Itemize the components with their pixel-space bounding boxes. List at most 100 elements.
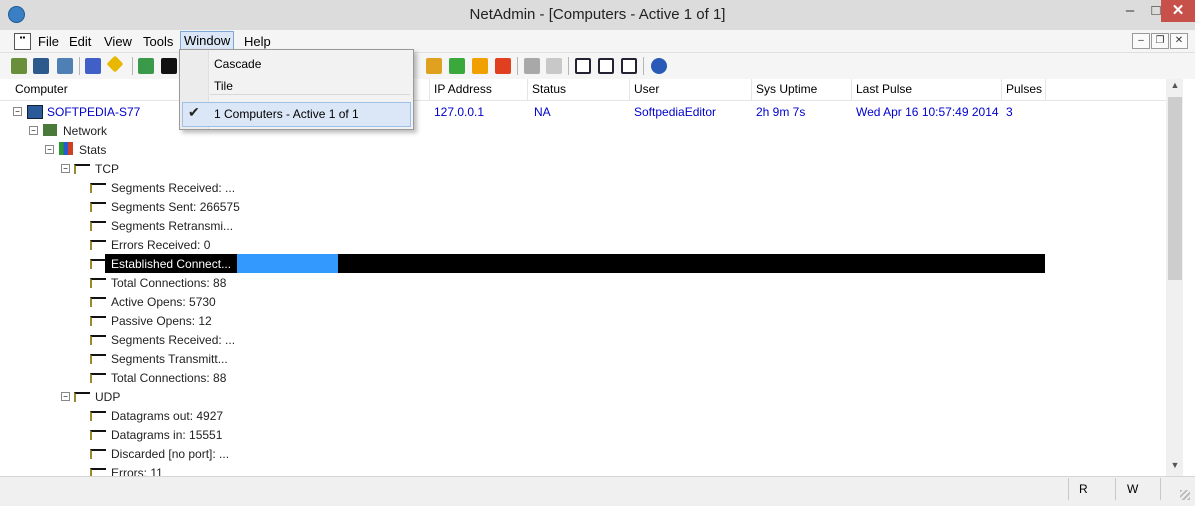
- scroll-down-icon[interactable]: ▼: [1169, 460, 1181, 474]
- column-ip-address[interactable]: IP Address: [430, 79, 528, 100]
- tree-label: Segments Received: ...: [111, 181, 236, 195]
- stat-icon: [90, 373, 106, 383]
- tile-vertical-icon[interactable]: [621, 58, 637, 74]
- collapse-toggle[interactable]: −: [61, 164, 70, 173]
- stat-icon: [90, 183, 106, 193]
- mdi-restore-button[interactable]: ❐: [1151, 33, 1169, 49]
- tree-label: Errors: 11: [111, 466, 163, 476]
- column-last-pulse[interactable]: Last Pulse: [852, 79, 1002, 100]
- stat-icon: [90, 240, 106, 250]
- tree-leaf[interactable]: Total Connections: 88: [0, 273, 1166, 292]
- tree-leaf[interactable]: Segments Received: ...: [0, 330, 1166, 349]
- tree-label: Segments Sent: 266575: [111, 200, 240, 214]
- tree-leaf[interactable]: Errors Received: 0: [0, 235, 1166, 254]
- status-r: R: [1079, 482, 1088, 496]
- column-status[interactable]: Status: [528, 79, 630, 100]
- power-icon[interactable]: [472, 58, 488, 74]
- computer-icon[interactable]: [33, 58, 49, 74]
- minimize-button[interactable]: –: [1117, 0, 1143, 22]
- mdi-close-button[interactable]: ✕: [1170, 33, 1188, 49]
- paste-icon[interactable]: [546, 58, 562, 74]
- tree-node-network[interactable]: − Network: [0, 121, 1166, 140]
- status-divider: [1115, 478, 1116, 500]
- menu-item-label: Cascade: [214, 57, 262, 71]
- resize-grip-icon[interactable]: [1180, 490, 1190, 500]
- mdi-minimize-button[interactable]: –: [1132, 33, 1150, 49]
- status-divider: [1160, 478, 1161, 500]
- window-menu-dropdown: Cascade Tile ✔ 1 Computers - Active 1 of…: [179, 49, 414, 130]
- protocol-icon: [74, 164, 90, 174]
- stat-icon: [90, 297, 106, 307]
- tree-leaf-selected[interactable]: Established Connect...: [0, 254, 1166, 273]
- tree-leaf[interactable]: Segments Transmitt...: [0, 349, 1166, 368]
- network-icon: [43, 124, 57, 136]
- tree-leaf[interactable]: Discarded [no port]: ...: [0, 444, 1166, 463]
- check-icon: ✔: [188, 104, 200, 120]
- help-icon[interactable]: [651, 58, 667, 74]
- tree-leaf[interactable]: Segments Received: ...: [0, 178, 1166, 197]
- toolbar-separator: [568, 57, 569, 75]
- cascade-windows-icon[interactable]: [575, 58, 591, 74]
- collapse-toggle[interactable]: −: [13, 107, 22, 116]
- tree-label: Segments Retransmi...: [111, 219, 234, 233]
- toolbar-separator: [79, 57, 80, 75]
- column-sys-uptime[interactable]: Sys Uptime: [752, 79, 852, 100]
- menu-tools[interactable]: Tools: [143, 34, 173, 50]
- scroll-up-icon[interactable]: ▲: [1169, 80, 1181, 94]
- tree-leaf[interactable]: Datagrams out: 4927: [0, 406, 1166, 425]
- column-header-row: Computer IP Address Status User Sys Upti…: [0, 79, 1166, 101]
- shutdown-icon[interactable]: [495, 58, 511, 74]
- tree-label: Datagrams out: 4927: [111, 409, 224, 423]
- key-icon[interactable]: [426, 58, 442, 74]
- network-tree-icon[interactable]: [11, 58, 27, 74]
- collapse-toggle[interactable]: −: [29, 126, 38, 135]
- column-user[interactable]: User: [630, 79, 752, 100]
- stat-icon: [90, 335, 106, 345]
- tile-horizontal-icon[interactable]: [598, 58, 614, 74]
- tree-label: Established Connect...: [111, 257, 232, 271]
- tree-leaf[interactable]: Active Opens: 5730: [0, 292, 1166, 311]
- command-prompt-icon[interactable]: [161, 58, 177, 74]
- tree-leaf[interactable]: Datagrams in: 15551: [0, 425, 1166, 444]
- tree-label: Network: [63, 124, 108, 138]
- pulses: 3: [1006, 105, 1013, 119]
- stat-icon: [90, 221, 106, 231]
- menu-edit[interactable]: Edit: [69, 34, 91, 50]
- close-button[interactable]: ✕: [1161, 0, 1195, 22]
- stat-icon: [90, 430, 106, 440]
- ip-address: 127.0.0.1: [434, 105, 485, 119]
- mdi-child-icon[interactable]: ▪▪: [14, 33, 31, 50]
- menu-view[interactable]: View: [104, 34, 132, 50]
- tree-leaf[interactable]: Segments Retransmi...: [0, 216, 1166, 235]
- menu-help[interactable]: Help: [244, 34, 271, 50]
- toolbar-separator: [132, 57, 133, 75]
- tree-leaf[interactable]: Passive Opens: 12: [0, 311, 1166, 330]
- tree-node-tcp[interactable]: − TCP: [0, 159, 1166, 178]
- computer-name: SOFTPEDIA-S77: [47, 105, 141, 119]
- computer-row[interactable]: − SOFTPEDIA-S77 127.0.0.1 NA SoftpediaEd…: [0, 102, 1166, 121]
- tree-label: Errors Received: 0: [111, 238, 211, 252]
- tree-node-stats[interactable]: − Stats: [0, 140, 1166, 159]
- collapse-toggle[interactable]: −: [61, 392, 70, 401]
- menu-file[interactable]: File: [38, 34, 59, 50]
- menu-item-cascade[interactable]: Cascade: [180, 53, 413, 75]
- tree-label: Segments Received: ...: [111, 333, 236, 347]
- tree-leaf[interactable]: Segments Sent: 266575: [0, 197, 1166, 216]
- tree-leaf[interactable]: Total Connections: 88: [0, 368, 1166, 387]
- windows-flag-icon[interactable]: [138, 58, 154, 74]
- computer-icon: [27, 105, 43, 119]
- scrollbar-thumb[interactable]: [1168, 97, 1182, 280]
- toolbar-separator: [517, 57, 518, 75]
- menu-window[interactable]: Window: [180, 31, 235, 51]
- collapse-toggle[interactable]: −: [45, 145, 54, 154]
- status-divider: [1068, 478, 1069, 500]
- tree-leaf[interactable]: Errors: 11: [0, 463, 1166, 476]
- arrow-right-icon[interactable]: [85, 58, 101, 74]
- refresh-icon[interactable]: [449, 58, 465, 74]
- terminal-icon[interactable]: [57, 58, 73, 74]
- cut-icon[interactable]: [524, 58, 540, 74]
- tree-label: Segments Transmitt...: [111, 352, 228, 366]
- tree-label: UDP: [95, 390, 121, 404]
- column-pulses[interactable]: Pulses: [1002, 79, 1046, 100]
- tree-node-udp[interactable]: − UDP: [0, 387, 1166, 406]
